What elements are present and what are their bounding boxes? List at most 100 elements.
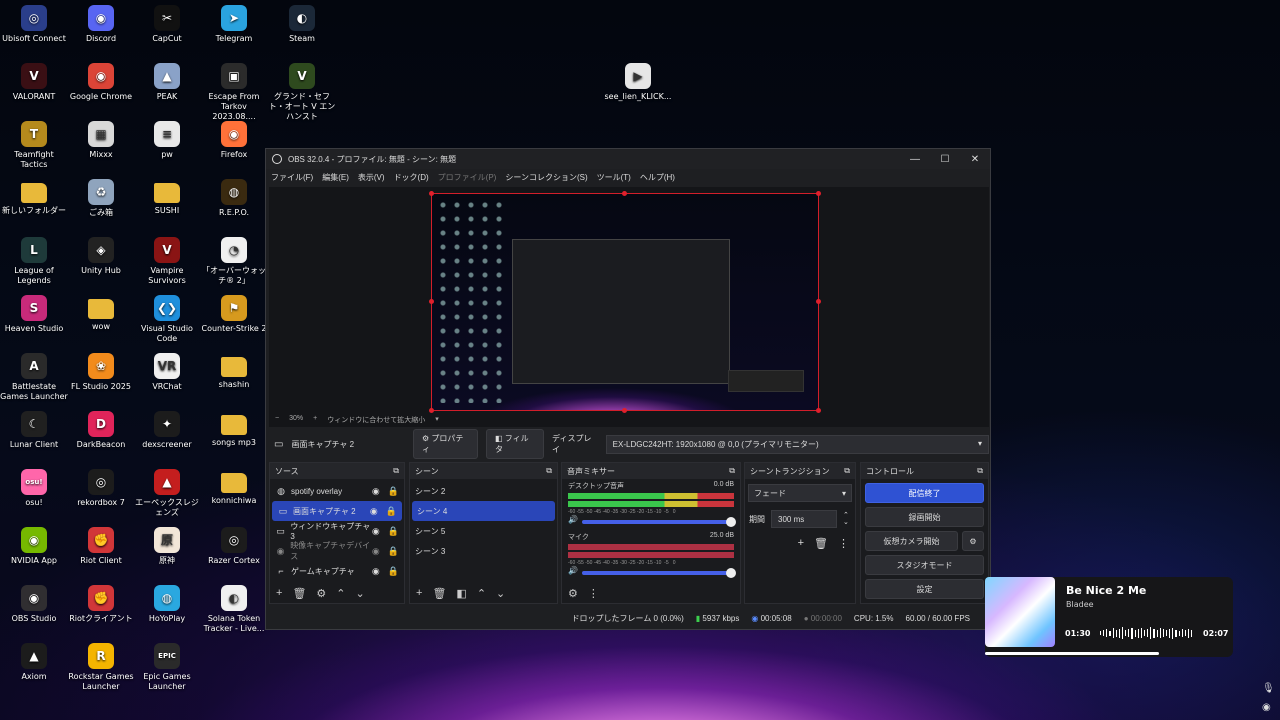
lock-icon[interactable]: 🔒 <box>388 546 399 557</box>
more-icon[interactable]: ⋮ <box>838 537 849 550</box>
menu-item[interactable]: 編集(E) <box>322 172 349 183</box>
desktop-icon[interactable]: ▶ see_lien_KLICK... <box>604 63 672 102</box>
zoom-out-button[interactable]: − <box>275 415 279 425</box>
control-button[interactable]: 設定 <box>865 579 984 599</box>
scene-item[interactable]: シーン 2 <box>410 481 557 501</box>
desktop-icon[interactable]: ➤ Telegram <box>200 5 268 44</box>
desktop-icon[interactable]: ◉ OBS Studio <box>0 585 68 624</box>
lock-icon[interactable]: 🔒 <box>388 486 399 497</box>
desktop-icon[interactable]: ☾ Lunar Client <box>0 411 68 450</box>
dock-icon[interactable]: ⧉ <box>844 466 850 476</box>
lock-icon[interactable]: 🔒 <box>388 526 399 537</box>
dock-icon[interactable]: ⧉ <box>977 466 983 476</box>
add-icon[interactable]: + <box>798 537 804 550</box>
trash-icon[interactable]: 🗑 <box>814 537 828 550</box>
move-up-icon[interactable]: ⌃ <box>336 587 345 600</box>
desktop-icon[interactable]: ▲ PEAK <box>133 63 201 102</box>
desktop-icon[interactable]: ◐ Solana Token Tracker - Live... <box>200 585 268 634</box>
eye-icon[interactable]: ◉ <box>372 526 380 537</box>
transform-handle[interactable] <box>816 191 821 196</box>
desktop-icon[interactable]: wow <box>67 295 135 332</box>
minimize-button[interactable]: — <box>900 154 930 165</box>
desktop-icon[interactable]: V VALORANT <box>0 63 68 102</box>
control-button[interactable]: 仮想カメラ開始 <box>865 531 958 551</box>
desktop-icon[interactable]: ▣ Escape From Tarkov 2023.08.... <box>200 63 268 122</box>
lock-icon[interactable]: 🔒 <box>386 506 397 517</box>
source-item[interactable]: ▭ ウィンドウキャプチャ 3 ◉ 🔒 <box>270 521 404 541</box>
desktop-icon[interactable]: 新しいフォルダー <box>0 179 68 216</box>
control-button[interactable]: 録画開始 <box>865 507 984 527</box>
desktop-icon[interactable]: konnichiwa <box>200 469 268 506</box>
eye-icon[interactable]: ◉ <box>370 506 378 517</box>
eye-icon[interactable]: ◉ <box>372 546 380 557</box>
add-icon[interactable]: + <box>416 587 422 599</box>
desktop-icon[interactable]: ◍ HoYoPlay <box>133 585 201 624</box>
desktop-icon[interactable]: EPIC Epic Games Launcher <box>133 643 201 692</box>
desktop-icon[interactable]: ◎ rekordbox 7 <box>67 469 135 508</box>
transform-handle[interactable] <box>622 191 627 196</box>
zoom-fit-select[interactable]: ウィンドウに合わせて拡大縮小 <box>327 415 425 425</box>
volume-slider[interactable] <box>581 567 736 578</box>
desktop-icon[interactable]: V Vampire Survivors <box>133 237 201 286</box>
desktop-icon[interactable]: ▦ Mixxx <box>67 121 135 160</box>
desktop-icon[interactable]: ⚑ Counter-Strike 2 <box>200 295 268 334</box>
menu-item[interactable]: プロファイル(P) <box>438 172 497 183</box>
desktop-icon[interactable]: songs mp3 <box>200 411 268 448</box>
transform-handle[interactable] <box>816 299 821 304</box>
dock-icon[interactable]: ⧉ <box>546 466 552 476</box>
desktop-icon[interactable]: T Teamfight Tactics <box>0 121 68 170</box>
desktop-icon[interactable]: ◍ R.E.P.O. <box>200 179 268 218</box>
desktop-icon[interactable]: ♻ ごみ箱 <box>67 179 135 218</box>
virtual-camera-settings-gear-icon[interactable]: ⚙ <box>962 531 984 551</box>
trash-icon[interactable]: 🗑 <box>292 587 306 600</box>
move-down-icon[interactable]: ⌄ <box>496 587 505 600</box>
microphone-icon[interactable]: 🎙 <box>1262 683 1275 694</box>
volume-slider[interactable] <box>581 516 736 527</box>
display-select[interactable]: EX-LDGC242HT: 1920x1080 @ 0,0 (プライマリモニター… <box>605 434 989 454</box>
stepper-icon[interactable]: ⌃ ⌄ <box>843 512 849 526</box>
source-item[interactable]: ◍ spotify overlay ◉ 🔒 <box>270 481 404 501</box>
desktop-icon[interactable]: ◉ Discord <box>67 5 135 44</box>
desktop-icon[interactable]: A Battlestate Games Launcher <box>0 353 68 402</box>
duration-input[interactable]: 300 ms <box>771 510 837 528</box>
desktop-icon[interactable]: ▲ エーペックスレジェンズ <box>133 469 201 518</box>
speaker-icon[interactable]: 🔊 <box>568 566 578 575</box>
desktop-icon[interactable]: ≡ pw <box>133 121 201 160</box>
desktop-icon[interactable]: ✊ Riotクライアント <box>67 585 135 624</box>
maximize-button[interactable]: ☐ <box>930 154 960 165</box>
dock-icon[interactable]: ⧉ <box>729 466 735 476</box>
transform-handle[interactable] <box>429 408 434 413</box>
transition-select[interactable]: フェード ▾ <box>748 484 852 502</box>
preview-canvas[interactable]: − 30% + ウィンドウに合わせて拡大縮小 ▾ <box>269 187 989 427</box>
desktop-icon[interactable]: osu! osu! <box>0 469 68 508</box>
speaker-icon[interactable]: 🔊 <box>568 515 578 524</box>
desktop-icon[interactable]: shashin <box>200 353 268 390</box>
transform-handle[interactable] <box>622 408 627 413</box>
dock-icon[interactable]: ⧉ <box>393 466 399 476</box>
more-icon[interactable]: ⋮ <box>588 587 599 600</box>
transform-handle[interactable] <box>429 299 434 304</box>
desktop-icon[interactable]: ◎ Razer Cortex <box>200 527 268 566</box>
desktop-icon[interactable]: SUSHI <box>133 179 201 216</box>
desktop-icon[interactable]: ◉ Google Chrome <box>67 63 135 102</box>
transform-handle[interactable] <box>816 408 821 413</box>
menu-item[interactable]: ツール(T) <box>597 172 631 183</box>
preview-source-image[interactable] <box>431 193 819 411</box>
source-item[interactable]: ▭ 画面キャプチャ 2 ◉ 🔒 <box>272 501 402 521</box>
mixer-settings-icon[interactable]: ⚙ <box>568 587 578 600</box>
move-down-icon[interactable]: ⌄ <box>356 587 365 600</box>
desktop-icon[interactable]: R Rockstar Games Launcher <box>67 643 135 692</box>
eye-icon[interactable]: ◉ <box>372 486 380 497</box>
desktop-icon[interactable]: ❮❯ Visual Studio Code <box>133 295 201 344</box>
trash-icon[interactable]: 🗑 <box>432 587 446 600</box>
slider-knob[interactable] <box>726 567 736 578</box>
desktop-icon[interactable]: ✂ CapCut <box>133 5 201 44</box>
desktop-icon[interactable]: ❀ FL Studio 2025 <box>67 353 135 392</box>
source-item[interactable]: ◉ 映像キャプチャデバイス ◉ 🔒 <box>270 541 404 561</box>
desktop-icon[interactable]: ◔ 「オーバーウォッチ® 2」 <box>200 237 268 286</box>
move-up-icon[interactable]: ⌃ <box>477 587 486 600</box>
gear-icon[interactable]: ⚙ <box>316 587 326 600</box>
location-icon[interactable]: ◉ <box>1262 702 1271 713</box>
desktop-icon[interactable]: L League of Legends <box>0 237 68 286</box>
desktop-icon[interactable]: ◉ Firefox <box>200 121 268 160</box>
